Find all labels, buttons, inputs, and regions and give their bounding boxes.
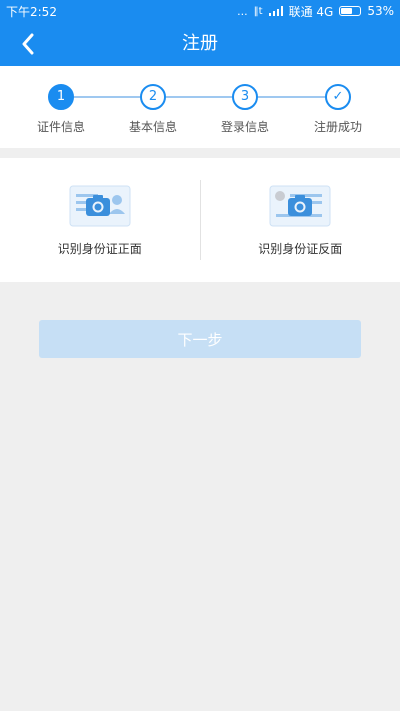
battery-icon	[339, 6, 362, 16]
network-activity-icon: ‖t	[253, 5, 263, 17]
scan-id-front-button[interactable]: 识别身份证正面	[0, 158, 200, 282]
carrier-label: 联通 4G	[288, 4, 334, 19]
id-scan-panel: 识别身份证正面 识别身份证反面	[0, 158, 400, 282]
step-progress: 1 证件信息 2 基本信息 3 登录信息 ✓ 注册成功	[0, 66, 400, 148]
scan-id-back-button[interactable]: 识别身份证反面	[201, 158, 400, 282]
next-step-button[interactable]: 下一步	[39, 320, 361, 358]
step-marker: 2	[140, 84, 166, 110]
signal-icon	[268, 6, 283, 16]
step-marker: 1	[48, 84, 74, 110]
status-time: 下午2:52	[6, 4, 57, 19]
step-id-info: 1 证件信息	[16, 84, 106, 135]
id-card-back-camera-icon	[269, 185, 331, 226]
step-label: 注册成功	[313, 120, 362, 134]
id-card-front-camera-icon	[69, 185, 131, 226]
scan-front-label: 识别身份证正面	[57, 241, 142, 256]
status-bar: 下午2:52 ... ‖t 联通 4G 53%	[0, 0, 400, 22]
step-success: ✓ 注册成功	[293, 84, 383, 135]
check-icon: ✓	[325, 84, 351, 110]
scan-back-label: 识别身份证反面	[258, 241, 343, 256]
step-marker: 3	[232, 84, 258, 110]
nav-bar: 注册	[0, 22, 400, 66]
step-label: 基本信息	[128, 120, 177, 134]
step-basic-info: 2 基本信息	[108, 84, 198, 135]
more-dots-icon: ...	[237, 4, 248, 18]
step-login-info: 3 登录信息	[200, 84, 290, 135]
page-title: 注册	[182, 33, 218, 54]
status-icons: ... ‖t 联通 4G 53%	[237, 3, 394, 20]
battery-percent: 53%	[367, 4, 394, 18]
step-label: 证件信息	[36, 120, 85, 134]
step-label: 登录信息	[220, 120, 269, 134]
